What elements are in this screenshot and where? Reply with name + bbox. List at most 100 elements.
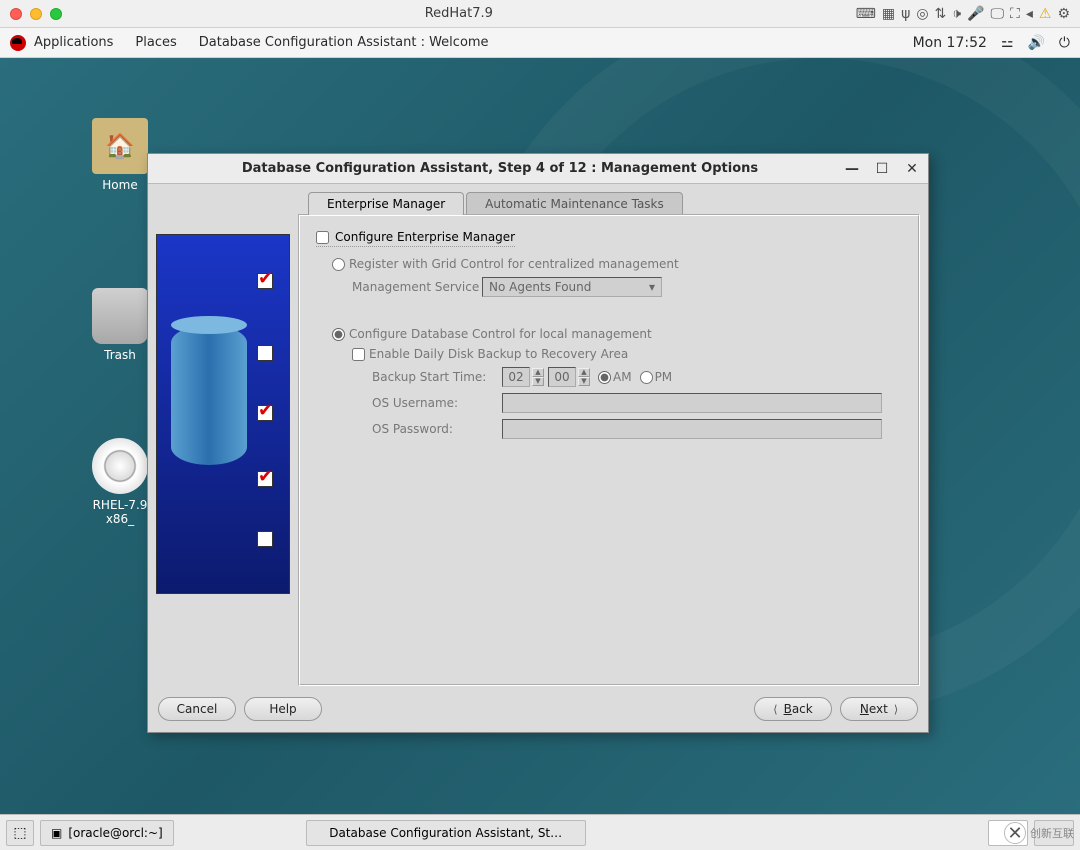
spin-down-icon[interactable]: ▼ [532, 377, 544, 386]
step-checkbox-icon [257, 405, 273, 421]
cpu-icon[interactable]: ▦ [882, 6, 895, 22]
configure-em-checkbox-row[interactable]: Configure Enterprise Manager [316, 230, 515, 247]
backup-minute-spinner[interactable]: 00 [548, 367, 576, 387]
network-status-icon[interactable]: ⚍ [1001, 35, 1014, 51]
close-window-icon[interactable] [10, 8, 22, 20]
folder-home-icon: 🏠 [92, 118, 148, 174]
network-icon[interactable]: ⇅ [935, 6, 947, 22]
terminal-icon: ▣ [51, 826, 62, 840]
spin-up-icon[interactable]: ▲ [578, 368, 590, 377]
trash-icon [92, 288, 148, 344]
disc-icon [92, 438, 148, 494]
spin-down-icon[interactable]: ▼ [578, 377, 590, 386]
main-panel: Configure Enterprise Manager Register wi… [298, 214, 920, 686]
os-username-row: OS Username: [372, 393, 902, 413]
wizard-sidebar-image [156, 234, 290, 594]
next-button[interactable]: Next ⟩ [840, 697, 918, 721]
sound-icon[interactable]: 🕩 [952, 6, 961, 22]
mgmt-service-row: Management Service No Agents Found ▾ [352, 277, 902, 297]
database-cylinder-icon [171, 325, 247, 465]
tab-automatic-maintenance[interactable]: Automatic Maintenance Tasks [466, 192, 683, 215]
am-label: AM [613, 370, 632, 384]
pm-label: PM [655, 370, 673, 384]
volume-icon[interactable]: 🔊 [1027, 35, 1044, 51]
tabs: Enterprise Manager Automatic Maintenance… [308, 192, 685, 215]
power-icon[interactable]: ⏻ [1059, 35, 1070, 51]
bottom-taskbar: ⬚ ▣ [oracle@orcl:~] Database Configurati… [0, 814, 1080, 850]
register-grid-label: Register with Grid Control for centraliz… [349, 257, 679, 271]
backup-hour-spinner[interactable]: 02 [502, 367, 530, 387]
am-radio[interactable] [598, 371, 611, 384]
mic-icon[interactable]: 🎤 [967, 6, 984, 22]
dialog-title: Database Configuration Assistant, Step 4… [156, 161, 844, 176]
window-controls: — ☐ ✕ [844, 161, 920, 177]
keyboard-icon[interactable]: ⌨ [856, 6, 876, 22]
configure-em-checkbox[interactable] [316, 231, 329, 244]
display-icon[interactable]: 🖵 [991, 6, 1005, 22]
mgmt-service-combo[interactable]: No Agents Found ▾ [482, 277, 662, 297]
os-password-row: OS Password: [372, 419, 902, 439]
configure-em-label: Configure Enterprise Manager [335, 230, 515, 244]
dialog-titlebar[interactable]: Database Configuration Assistant, Step 4… [148, 154, 928, 184]
usb-icon[interactable]: ψ [901, 6, 910, 22]
taskbar-dbca-label: Database Configuration Assistant, St… [329, 826, 562, 840]
disc-icon[interactable]: ◎ [916, 6, 928, 22]
mgmt-service-value: No Agents Found [489, 280, 591, 294]
clock[interactable]: Mon 17:52 [913, 35, 987, 51]
minimize-window-icon[interactable] [30, 8, 42, 20]
back-button[interactable]: ⟨ Back [754, 697, 832, 721]
backup-time-label: Backup Start Time: [372, 370, 502, 384]
maximize-icon[interactable]: ☐ [874, 161, 890, 177]
config-db-control-label: Configure Database Control for local man… [349, 327, 652, 341]
step-checkbox-icon [257, 471, 273, 487]
os-password-label: OS Password: [372, 422, 502, 436]
show-desktop-button[interactable]: ⬚ [6, 820, 34, 846]
pm-radio[interactable] [640, 371, 653, 384]
cancel-button[interactable]: Cancel [158, 697, 236, 721]
places-menu[interactable]: Places [135, 35, 176, 50]
fullscreen-icon[interactable]: ⛶ [1010, 6, 1020, 22]
os-username-label: OS Username: [372, 396, 502, 410]
enable-backup-checkbox[interactable] [352, 348, 365, 361]
gear-icon[interactable]: ⚙ [1057, 6, 1070, 22]
workspace-1[interactable] [988, 820, 1028, 846]
warning-icon[interactable]: ⚠ [1039, 6, 1052, 22]
step-checkbox-icon [257, 531, 273, 547]
register-grid-radio[interactable] [332, 258, 345, 271]
step-checkbox-icon [257, 273, 273, 289]
chevron-left-icon: ⟨ [773, 703, 777, 716]
mac-menu-extras: ⌨ ▦ ψ ◎ ⇅ 🕩 🎤 🖵 ⛶ ◂ ⚠ ⚙ [856, 6, 1070, 22]
enable-backup-label: Enable Daily Disk Backup to Recovery Are… [369, 347, 628, 361]
mac-titlebar: RedHat7.9 ⌨ ▦ ψ ◎ ⇅ 🕩 🎤 🖵 ⛶ ◂ ⚠ ⚙ [0, 0, 1080, 28]
vm-title: RedHat7.9 [62, 6, 856, 21]
taskbar-dbca[interactable]: Database Configuration Assistant, St… [306, 820, 586, 846]
register-grid-row: Register with Grid Control for centraliz… [332, 257, 902, 271]
dbca-dialog: Database Configuration Assistant, Step 4… [147, 153, 929, 733]
redhat-logo-icon[interactable] [10, 35, 26, 51]
back-icon[interactable]: ◂ [1026, 6, 1033, 22]
help-button[interactable]: Help [244, 697, 322, 721]
active-window-title[interactable]: Database Configuration Assistant : Welco… [199, 35, 489, 50]
gnome-top-panel: Applications Places Database Configurati… [0, 28, 1080, 58]
close-icon[interactable]: ✕ [904, 161, 920, 177]
traffic-lights [10, 8, 62, 20]
mgmt-service-label: Management Service [352, 280, 482, 294]
minimize-icon[interactable]: — [844, 161, 860, 177]
dialog-footer: Cancel Help ⟨ Back Next ⟩ [148, 686, 928, 732]
config-db-control-row: Configure Database Control for local man… [332, 327, 902, 341]
backup-time-row: Backup Start Time: 02 ▲▼ 00 ▲▼ A [372, 367, 902, 387]
taskbar-terminal[interactable]: ▣ [oracle@orcl:~] [40, 820, 174, 846]
chevron-right-icon: ⟩ [894, 703, 898, 716]
workspace-2[interactable] [1034, 820, 1074, 846]
enable-backup-row: Enable Daily Disk Backup to Recovery Are… [352, 347, 902, 361]
zoom-window-icon[interactable] [50, 8, 62, 20]
applications-menu[interactable]: Applications [34, 35, 113, 50]
spin-up-icon[interactable]: ▲ [532, 368, 544, 377]
desktop: 🏠 Home Trash RHEL-7.9 x86_ Database Conf… [0, 58, 1080, 814]
taskbar-terminal-label: [oracle@orcl:~] [68, 826, 162, 840]
os-password-field[interactable] [502, 419, 882, 439]
tab-enterprise-manager[interactable]: Enterprise Manager [308, 192, 464, 215]
os-username-field[interactable] [502, 393, 882, 413]
config-db-control-radio[interactable] [332, 328, 345, 341]
step-checkbox-icon [257, 345, 273, 361]
